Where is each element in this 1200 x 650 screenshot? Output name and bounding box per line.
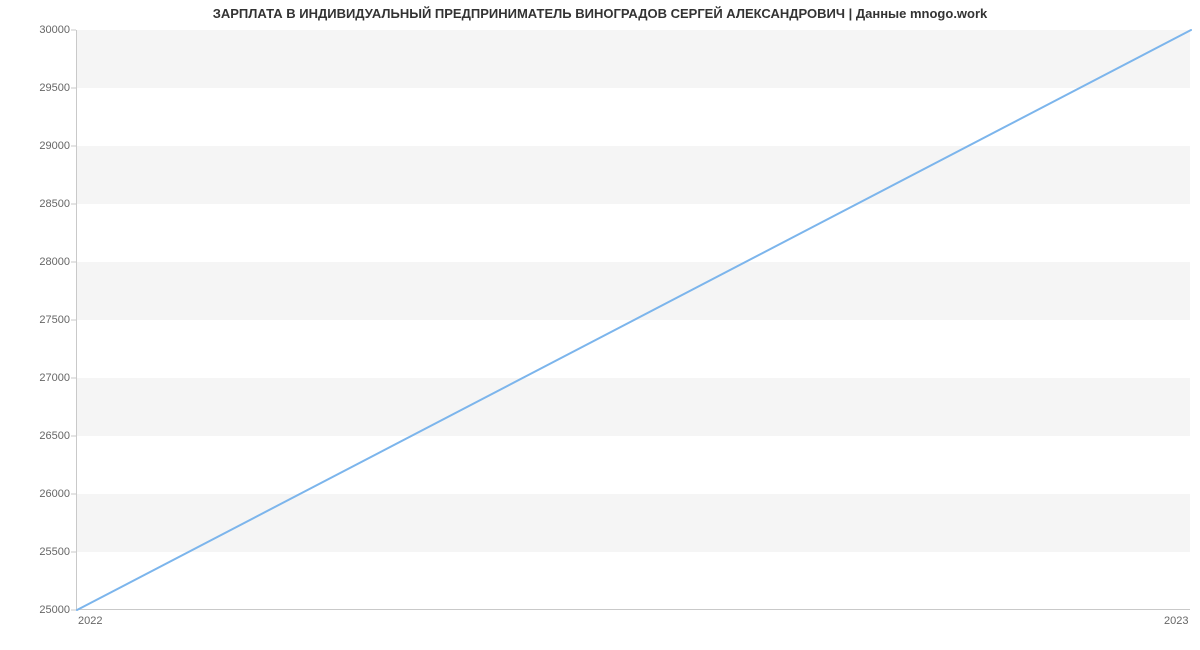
y-tick-label: 28500 — [20, 198, 70, 210]
y-tick-mark — [71, 378, 76, 379]
y-tick-mark — [71, 146, 76, 147]
x-tick-label: 2022 — [78, 615, 102, 627]
y-tick-mark — [71, 262, 76, 263]
y-tick-mark — [71, 320, 76, 321]
y-tick-label: 30000 — [20, 24, 70, 36]
series-line — [77, 30, 1191, 610]
y-tick-mark — [71, 610, 76, 611]
y-tick-label: 28000 — [20, 256, 70, 268]
y-tick-mark — [71, 552, 76, 553]
line-layer — [77, 30, 1190, 609]
y-tick-label: 27500 — [20, 314, 70, 326]
y-tick-label: 29500 — [20, 82, 70, 94]
y-tick-mark — [71, 436, 76, 437]
salary-line-chart: ЗАРПЛАТА В ИНДИВИДУАЛЬНЫЙ ПРЕДПРИНИМАТЕЛ… — [0, 0, 1200, 650]
x-tick-label: 2023 — [1164, 615, 1188, 627]
y-tick-label: 26500 — [20, 430, 70, 442]
y-tick-mark — [71, 204, 76, 205]
chart-title: ЗАРПЛАТА В ИНДИВИДУАЛЬНЫЙ ПРЕДПРИНИМАТЕЛ… — [0, 6, 1200, 21]
y-tick-mark — [71, 88, 76, 89]
y-tick-label: 27000 — [20, 372, 70, 384]
y-tick-label: 25500 — [20, 546, 70, 558]
plot-area — [76, 30, 1190, 610]
y-tick-label: 25000 — [20, 604, 70, 616]
y-tick-label: 26000 — [20, 488, 70, 500]
y-tick-mark — [71, 494, 76, 495]
y-tick-label: 29000 — [20, 140, 70, 152]
y-tick-mark — [71, 30, 76, 31]
